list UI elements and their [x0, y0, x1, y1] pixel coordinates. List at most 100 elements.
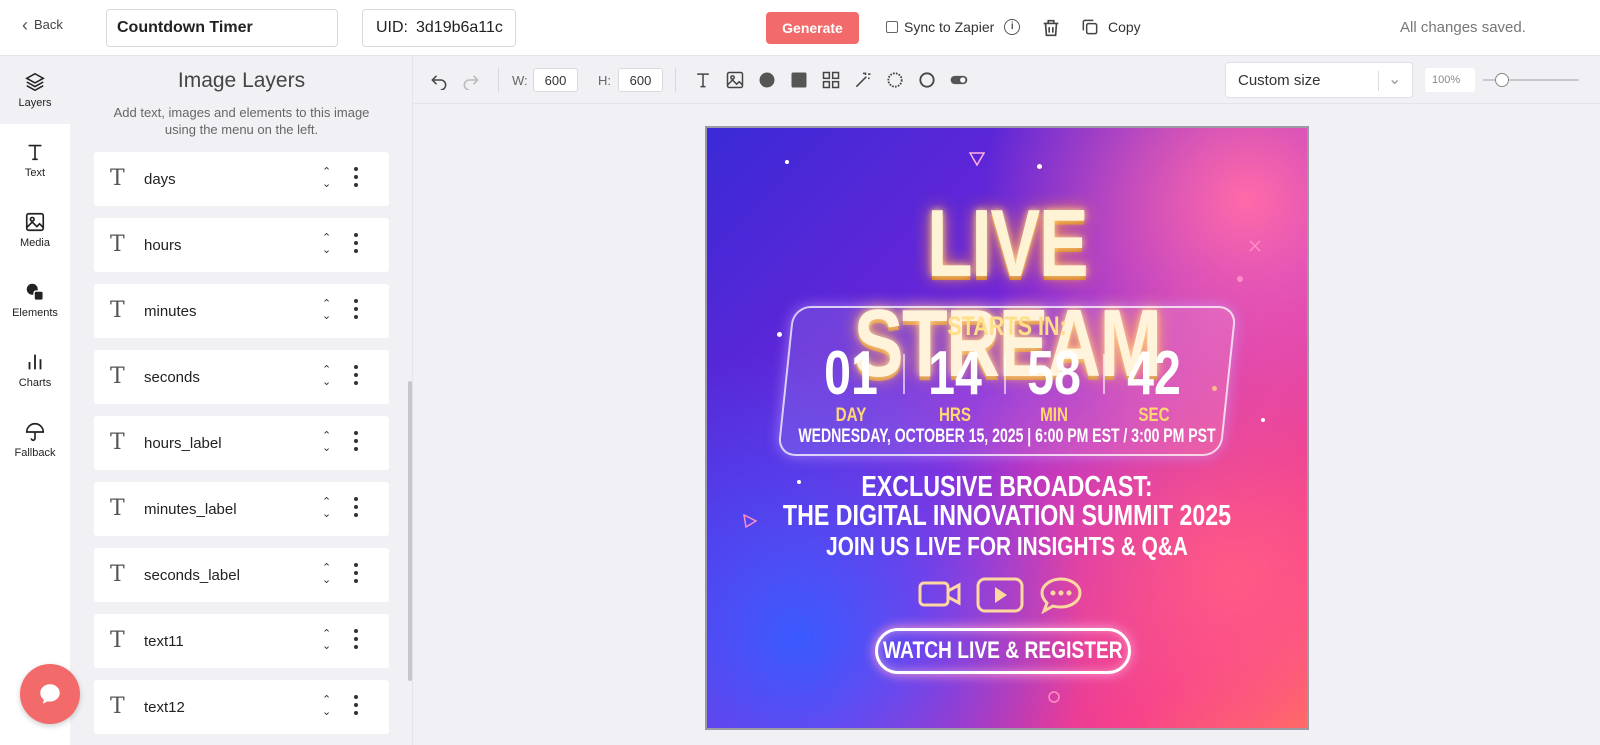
media-icons [917, 576, 1097, 616]
layer-name: minutes [144, 303, 197, 320]
height-label: H: [598, 73, 611, 88]
kebab-menu-icon[interactable] [354, 695, 358, 715]
panel-scrollbar[interactable] [408, 381, 412, 681]
generate-button[interactable]: Generate [766, 12, 859, 44]
rail-item-fallback[interactable]: Fallback [0, 406, 70, 474]
toolbar-divider [675, 68, 676, 92]
editor-toolbar: W: H: Custom size ⌄ 100% [413, 56, 1600, 104]
layer-name: seconds [144, 369, 200, 386]
unit-separator [903, 354, 905, 394]
zoom-level: 100% [1425, 68, 1475, 92]
rail-item-charts[interactable]: Charts [0, 336, 70, 404]
width-label: W: [512, 73, 528, 88]
add-rectangle-icon[interactable] [789, 70, 809, 90]
layer-item[interactable]: T text12 ⌃ ⌄ [94, 680, 389, 734]
image-icon [25, 212, 45, 232]
copy-button[interactable]: Copy [1080, 17, 1141, 37]
grid-icon[interactable] [821, 70, 841, 90]
trash-icon[interactable] [1040, 17, 1062, 39]
reorder-icon[interactable]: ⌃ ⌄ [322, 298, 331, 322]
kebab-menu-icon[interactable] [354, 497, 358, 517]
minutes-value: 58 [1027, 339, 1081, 408]
width-input[interactable] [533, 68, 578, 92]
unit-separator [1004, 354, 1006, 394]
add-text-icon[interactable] [693, 70, 713, 90]
select-divider [1378, 71, 1379, 91]
badge-icon[interactable] [885, 70, 905, 90]
text-layer-icon: T [110, 166, 125, 191]
top-bar: ‹ Back UID: 3d19b6a11c Generate Sync to … [0, 0, 1600, 56]
layer-item[interactable]: T text11 ⌃ ⌄ [94, 614, 389, 668]
copy-label: Copy [1108, 19, 1141, 35]
countdown-minutes: 58 MIN [1014, 342, 1094, 426]
sparkle-dot [785, 160, 789, 164]
kebab-menu-icon[interactable] [354, 233, 358, 253]
layer-name: text11 [144, 633, 184, 650]
kebab-menu-icon[interactable] [354, 167, 358, 187]
reorder-icon[interactable]: ⌃ ⌄ [322, 562, 331, 586]
layer-item[interactable]: T minutes ⌃ ⌄ [94, 284, 389, 338]
seconds-label: SEC [1138, 405, 1170, 426]
height-input[interactable] [618, 68, 663, 92]
kebab-menu-icon[interactable] [354, 299, 358, 319]
layer-item[interactable]: T hours ⌃ ⌄ [94, 218, 389, 272]
chat-icon [40, 684, 60, 704]
layer-item[interactable]: T days ⌃ ⌄ [94, 152, 389, 206]
rail-item-elements[interactable]: Elements [0, 266, 70, 334]
uid-label: UID: [376, 19, 408, 36]
rail-label: Text [24, 167, 46, 179]
rail-item-layers[interactable]: Layers [0, 56, 70, 124]
reorder-icon[interactable]: ⌃ ⌄ [322, 232, 331, 256]
sync-zapier-checkbox[interactable] [886, 21, 898, 33]
rail-item-media[interactable]: Media [0, 196, 70, 264]
triangle-decoration-icon [743, 514, 757, 528]
kebab-menu-icon[interactable] [354, 365, 358, 385]
kebab-menu-icon[interactable] [354, 563, 358, 583]
panel-title: Image Layers [177, 69, 306, 92]
rail-item-text[interactable]: Text [0, 126, 70, 194]
sync-zapier[interactable]: Sync to Zapier i [886, 19, 1021, 35]
sparkle-dot [1261, 418, 1265, 422]
add-image-icon[interactable] [725, 70, 745, 90]
umbrella-icon [25, 423, 45, 442]
toggle-icon[interactable] [949, 70, 969, 90]
design-canvas[interactable]: LIVE STREAM STARTS IN: 01 DAY 14 HRS 58 … [705, 126, 1309, 730]
zoom-slider-handle[interactable] [1495, 73, 1510, 87]
text-layer-icon: T [110, 562, 125, 587]
layer-item[interactable]: T minutes_label ⌃ ⌄ [94, 482, 389, 536]
reorder-icon[interactable]: ⌃ ⌄ [322, 694, 331, 718]
text-layer-icon: T [110, 364, 125, 389]
reorder-icon[interactable]: ⌃ ⌄ [322, 496, 331, 520]
unit-separator [1103, 354, 1105, 394]
watch-live-cta: WATCH LIVE & REGISTER [875, 628, 1131, 674]
layers-panel: Image Layers Add text, images and elemen… [70, 56, 413, 745]
layer-item[interactable]: T seconds_label ⌃ ⌄ [94, 548, 389, 602]
template-name-input[interactable] [106, 9, 338, 47]
ring-icon[interactable] [917, 70, 937, 90]
add-circle-icon[interactable] [757, 70, 777, 90]
support-chat-button[interactable] [20, 664, 80, 724]
cta-label: WATCH LIVE & REGISTER [883, 637, 1123, 664]
kebab-menu-icon[interactable] [354, 431, 358, 451]
seconds-value: 42 [1127, 339, 1181, 408]
layer-item[interactable]: T seconds ⌃ ⌄ [94, 350, 389, 404]
event-name: THE DIGITAL INNOVATION SUMMIT 2025 [782, 500, 1232, 532]
reorder-icon[interactable]: ⌃ ⌄ [322, 364, 331, 388]
redo-icon[interactable] [461, 70, 481, 90]
layer-item[interactable]: T hours_label ⌃ ⌄ [94, 416, 389, 470]
size-preset-value: Custom size [1238, 71, 1321, 89]
reorder-icon[interactable]: ⌃ ⌄ [322, 430, 331, 454]
sync-zapier-label: Sync to Zapier [904, 19, 995, 35]
reorder-icon[interactable]: ⌃ ⌄ [322, 166, 331, 190]
kebab-menu-icon[interactable] [354, 629, 358, 649]
uid-box[interactable]: UID: 3d19b6a11c [362, 9, 516, 47]
undo-icon[interactable] [429, 70, 449, 90]
back-button[interactable]: ‹ Back [22, 14, 63, 35]
minutes-label: MIN [1040, 405, 1068, 426]
chevron-left-icon: ‹ [22, 14, 28, 35]
info-icon[interactable]: i [1004, 19, 1021, 35]
countdown-units: 01 DAY 14 HRS 58 MIN 42 SEC [811, 339, 1211, 426]
reorder-icon[interactable]: ⌃ ⌄ [322, 628, 331, 652]
size-preset-select[interactable]: Custom size ⌄ [1225, 62, 1413, 98]
magic-wand-icon[interactable] [853, 70, 873, 90]
